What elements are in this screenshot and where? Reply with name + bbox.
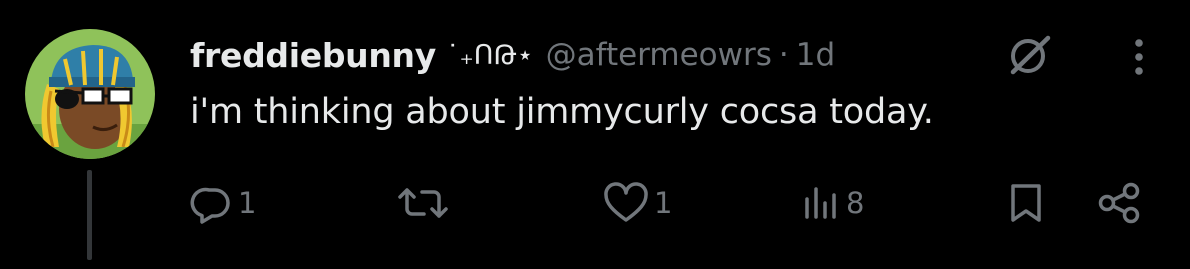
views-count: 8 (846, 186, 865, 220)
repost-button[interactable] (396, 178, 454, 228)
tweet-header: freddiebunny ˙₊ՈԹ⋆ @aftermeowrs · 1d (190, 30, 835, 80)
share-icon (1098, 182, 1140, 224)
display-name[interactable]: freddiebunny (190, 36, 436, 75)
avatar-image (25, 29, 155, 159)
reply-count: 1 (238, 186, 257, 220)
share-button[interactable] (1097, 178, 1143, 228)
views-button[interactable]: 8 (802, 178, 864, 228)
timestamp[interactable]: 1d (796, 37, 835, 73)
reply-button[interactable]: 1 (190, 178, 256, 228)
more-icon[interactable] (1118, 30, 1160, 80)
repost-icon (398, 188, 448, 218)
reply-icon (190, 187, 230, 224)
bookmark-icon (1011, 184, 1041, 222)
thread-line (87, 170, 92, 260)
grok-icon[interactable] (1004, 30, 1054, 80)
views-icon (805, 187, 836, 219)
heart-icon (604, 182, 648, 222)
tweet-text: i'm thinking about jimmycurly cocsa toda… (190, 92, 934, 132)
separator-dot: · (778, 37, 789, 73)
name-decoration: ˙₊ՈԹ⋆ (445, 39, 534, 71)
like-count: 1 (654, 186, 673, 220)
like-button[interactable]: 1 (602, 178, 672, 228)
avatar[interactable] (25, 29, 155, 159)
bookmark-button[interactable] (1004, 178, 1048, 228)
user-handle[interactable]: @aftermeowrs (546, 37, 772, 73)
